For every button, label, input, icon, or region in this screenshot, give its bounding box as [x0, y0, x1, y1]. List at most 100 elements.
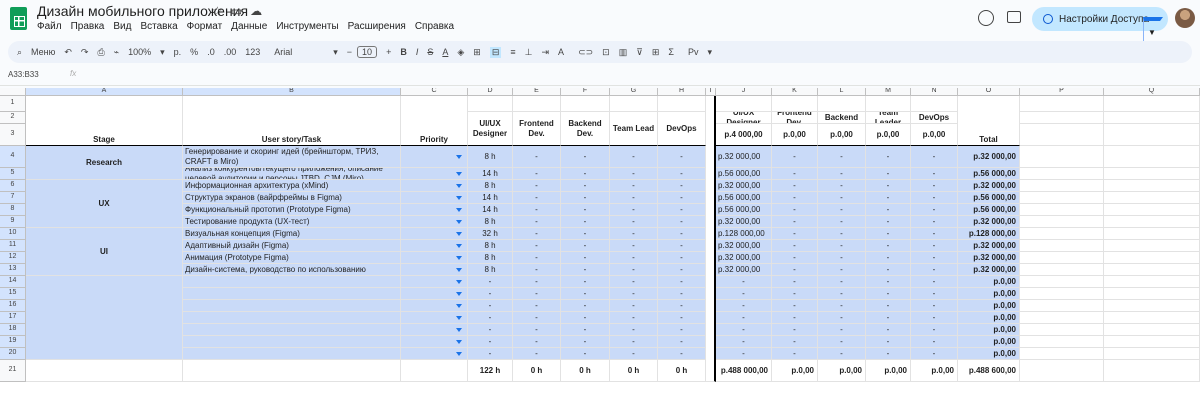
hours-cell[interactable]: - — [610, 204, 658, 216]
blank-cell[interactable] — [658, 96, 706, 112]
cost-cell[interactable]: - — [716, 300, 772, 312]
hours-cell[interactable]: 32 h — [468, 228, 513, 240]
priority-cell[interactable] — [401, 288, 468, 300]
cost-cell[interactable]: - — [911, 336, 958, 348]
cost-cell[interactable]: - — [772, 180, 818, 192]
empty-cell[interactable] — [1020, 240, 1104, 252]
priority-dropdown-icon[interactable] — [456, 183, 462, 188]
empty-cell[interactable] — [1104, 312, 1200, 324]
filter-views-icon[interactable]: ⊞ — [652, 47, 660, 58]
column-header-g[interactable]: G — [610, 88, 658, 96]
empty-cell[interactable] — [183, 360, 401, 382]
empty-cell[interactable] — [1020, 336, 1104, 348]
separator-column[interactable] — [706, 96, 716, 382]
role-header[interactable]: Frontend Dev. — [513, 112, 561, 146]
cost-cell[interactable]: - — [716, 324, 772, 336]
empty-cell[interactable] — [1020, 204, 1104, 216]
hours-cell[interactable]: 8 h — [468, 216, 513, 228]
row-header[interactable]: 15 — [0, 288, 26, 300]
task-cell[interactable]: Анализ конкурентов/текущего приложения, … — [183, 168, 401, 180]
hours-cell[interactable]: - — [513, 312, 561, 324]
hours-cell[interactable]: - — [658, 336, 706, 348]
cost-cell[interactable]: - — [818, 300, 866, 312]
currency-menu-dropdown-icon[interactable]: ▾ — [707, 47, 712, 58]
hours-cell[interactable]: - — [610, 216, 658, 228]
hours-cell[interactable]: 14 h — [468, 192, 513, 204]
hours-cell[interactable]: - — [513, 216, 561, 228]
stage-header[interactable]: Stage — [26, 96, 183, 146]
cost-cell[interactable]: - — [818, 180, 866, 192]
row-total-cell[interactable]: р.0,00 — [958, 300, 1020, 312]
priority-dropdown-icon[interactable] — [456, 291, 462, 296]
row-header[interactable]: 13 — [0, 264, 26, 276]
cloud-status-icon[interactable]: ☁ — [250, 4, 270, 18]
hours-cell[interactable]: - — [658, 204, 706, 216]
task-header[interactable]: User story/Task — [183, 96, 401, 146]
hours-cell[interactable]: - — [513, 336, 561, 348]
empty-cell[interactable] — [1020, 324, 1104, 336]
rate-cell[interactable]: р.0,00 — [866, 124, 911, 146]
cost-cell[interactable]: - — [772, 216, 818, 228]
hours-cell[interactable]: - — [610, 276, 658, 288]
cost-cell[interactable]: - — [911, 324, 958, 336]
hours-cell[interactable]: - — [658, 264, 706, 276]
role-header[interactable]: DevOps — [658, 112, 706, 146]
hours-cell[interactable]: - — [513, 228, 561, 240]
task-cell[interactable]: Генерирование и скоринг идей (брейншторм… — [183, 146, 401, 168]
empty-cell[interactable] — [1020, 180, 1104, 192]
hours-cell[interactable]: - — [610, 324, 658, 336]
column-header-j[interactable]: J — [716, 88, 772, 96]
cost-cell[interactable]: р.32 000,00 — [716, 216, 772, 228]
empty-cell[interactable] — [1020, 360, 1104, 382]
hours-cell[interactable]: - — [513, 348, 561, 360]
hours-cell[interactable]: - — [610, 228, 658, 240]
print-icon[interactable]: ⎙ — [97, 47, 104, 58]
cost-cell[interactable]: - — [818, 228, 866, 240]
empty-cell[interactable] — [1104, 240, 1200, 252]
hours-cell[interactable]: 8 h — [468, 240, 513, 252]
empty-cell[interactable] — [1104, 252, 1200, 264]
cost-cell[interactable]: - — [818, 336, 866, 348]
empty-cell[interactable] — [1020, 124, 1104, 146]
column-header-f[interactable]: F — [561, 88, 610, 96]
filter-icon[interactable]: ⊽ — [636, 47, 643, 58]
comment-icon[interactable]: ⊡ — [602, 47, 610, 58]
priority-cell[interactable] — [401, 252, 468, 264]
hours-cell[interactable]: - — [610, 192, 658, 204]
redo-icon[interactable]: ↷ — [81, 47, 89, 58]
cost-cell[interactable]: - — [818, 312, 866, 324]
cost-cell[interactable]: - — [866, 312, 911, 324]
priority-cell[interactable] — [401, 228, 468, 240]
total-hours-cell[interactable]: 0 h — [658, 360, 706, 382]
cost-cell[interactable]: - — [818, 168, 866, 180]
hours-cell[interactable]: - — [468, 276, 513, 288]
cost-cell[interactable]: - — [772, 252, 818, 264]
task-cell[interactable]: Информационная архитектура (xMind) — [183, 180, 401, 192]
priority-cell[interactable] — [401, 300, 468, 312]
priority-dropdown-icon[interactable] — [456, 154, 462, 159]
hours-cell[interactable]: 8 h — [468, 146, 513, 168]
vertical-align-icon[interactable]: ⊥ — [525, 47, 533, 58]
total-header[interactable]: Total — [958, 96, 1020, 146]
row-total-cell[interactable]: р.56 000,00 — [958, 204, 1020, 216]
hours-cell[interactable]: - — [610, 300, 658, 312]
stage-ux[interactable]: UX — [26, 180, 183, 228]
hours-cell[interactable]: - — [658, 312, 706, 324]
blank-cell[interactable] — [716, 96, 772, 112]
cost-cell[interactable]: - — [911, 276, 958, 288]
hours-cell[interactable]: - — [610, 146, 658, 168]
rate-cell[interactable]: р.0,00 — [911, 124, 958, 146]
cost-cell[interactable]: - — [911, 216, 958, 228]
cost-cell[interactable]: - — [772, 348, 818, 360]
cost-cell[interactable]: - — [866, 168, 911, 180]
zoom-select[interactable]: 100% — [128, 47, 151, 57]
row-header[interactable]: 8 — [0, 204, 26, 216]
empty-cell[interactable] — [1020, 146, 1104, 168]
total-hours-cell[interactable]: 122 h — [468, 360, 513, 382]
column-header-c[interactable]: C — [401, 88, 468, 96]
cost-cell[interactable]: - — [866, 240, 911, 252]
cost-cell[interactable]: - — [866, 252, 911, 264]
row-total-cell[interactable]: р.56 000,00 — [958, 192, 1020, 204]
empty-cell[interactable] — [1104, 228, 1200, 240]
hours-cell[interactable]: - — [610, 288, 658, 300]
